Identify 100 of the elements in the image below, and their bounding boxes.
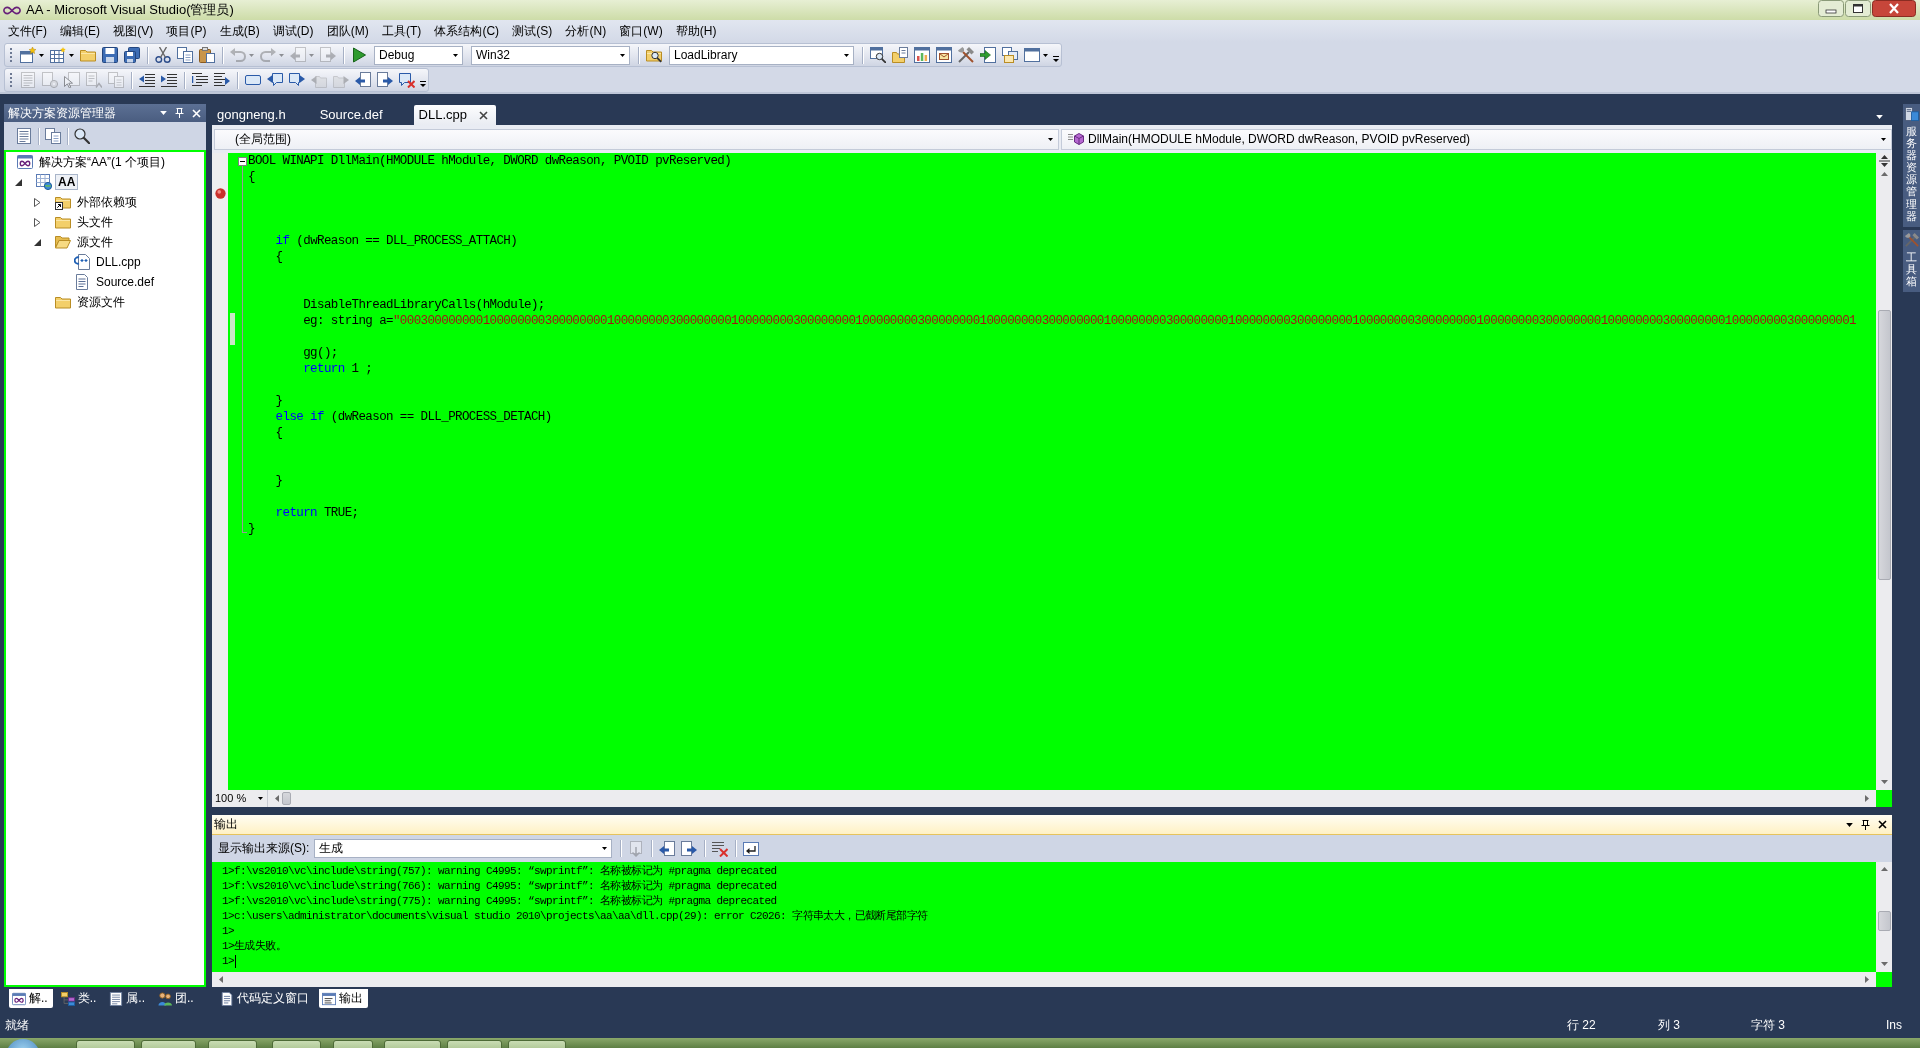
window-return-icon[interactable] [743, 840, 760, 857]
scroll-right-button[interactable] [1865, 795, 1869, 802]
side-tab[interactable]: 服务器资源管理器 [1903, 104, 1920, 227]
triangle-outline-icon[interactable] [33, 217, 41, 227]
caret-icon[interactable] [1043, 53, 1048, 57]
tree-item[interactable]: 资源文件 [74, 293, 128, 311]
menu-item[interactable]: 分析(N) [558, 21, 613, 41]
menu-item[interactable]: 窗口(W) [612, 21, 670, 41]
play-icon[interactable] [351, 47, 367, 63]
scroll-thumb[interactable] [282, 792, 291, 805]
scroll-left-button[interactable] [275, 795, 279, 802]
paste-icon[interactable] [199, 47, 215, 63]
output-source-dropdown[interactable]: 生成 [314, 839, 613, 858]
menu-item[interactable]: 工具(T) [375, 21, 428, 41]
window-search-icon[interactable] [870, 47, 886, 63]
scroll-up-button[interactable] [1880, 867, 1888, 871]
scroll-down-button[interactable] [1880, 780, 1888, 784]
page-list-icon[interactable] [16, 128, 32, 144]
split-arrows-icon[interactable] [1878, 155, 1890, 167]
lines-cross-icon[interactable] [712, 840, 729, 857]
zoom-dropdown[interactable]: 100 % [212, 790, 268, 807]
panel-tab[interactable]: 团.. [155, 989, 199, 1008]
dropdown[interactable]: Debug [374, 45, 463, 65]
overflow-icon[interactable] [1053, 56, 1059, 62]
text-lines-icon[interactable] [192, 72, 208, 88]
minus-box-icon[interactable] [237, 157, 247, 166]
toolbar-grip[interactable] [9, 46, 13, 64]
scroll-thumb[interactable] [1877, 911, 1891, 931]
caret-icon[interactable] [69, 53, 74, 57]
panel-tab[interactable]: 输出 [319, 989, 368, 1008]
menu-item[interactable]: 测试(S) [505, 21, 559, 41]
cut-icon[interactable] [155, 47, 171, 63]
indent-icon[interactable] [161, 72, 177, 88]
document-tab[interactable]: DLL.cpp [413, 105, 496, 125]
rectangle-icon[interactable] [245, 72, 261, 88]
grid-window-icon[interactable] [50, 47, 66, 63]
close-icon[interactable] [479, 110, 488, 120]
tree-item[interactable]: 解决方案“AA”(1 个项目) [36, 153, 168, 171]
scroll-up-button[interactable] [1880, 172, 1888, 176]
triangle-outline-icon[interactable] [33, 197, 41, 207]
panel-tab[interactable]: 属.. [106, 989, 150, 1008]
tree-item[interactable]: AA [55, 173, 79, 191]
pages-icon[interactable] [45, 128, 61, 144]
window-chart-icon[interactable] [914, 47, 930, 63]
dropdown[interactable]: LoadLibrary [669, 45, 854, 65]
side-tab[interactable]: 工具箱 [1903, 229, 1920, 293]
tree-item[interactable]: DLL.cpp [93, 253, 144, 271]
folder-icon[interactable] [80, 47, 96, 63]
close-button[interactable] [1872, 0, 1916, 17]
save-icon[interactable] [102, 47, 118, 63]
panel-tab[interactable]: 代码定义窗口 [217, 989, 314, 1008]
tree-item[interactable]: 头文件 [74, 213, 116, 231]
menu-item[interactable]: 视图(V) [106, 21, 160, 41]
menu-item[interactable]: 调试(D) [266, 21, 321, 41]
windows-stack-icon[interactable] [1002, 47, 1018, 63]
triangle-filled-icon[interactable] [33, 238, 41, 246]
scope-dropdown[interactable]: (全局范围) [214, 128, 1059, 150]
menu-item[interactable]: 帮助(H) [669, 21, 724, 41]
document-tab[interactable]: Source.def [314, 105, 391, 125]
scroll-right-button[interactable] [1865, 976, 1869, 983]
menu-item[interactable]: 项目(P) [159, 21, 214, 41]
caret-icon[interactable] [1876, 115, 1883, 119]
copy-icon[interactable] [177, 47, 193, 63]
window-envelope-icon[interactable] [936, 47, 952, 63]
scroll-down-button[interactable] [1880, 962, 1888, 966]
text-lines-arrow-icon[interactable] [214, 72, 230, 88]
menu-item[interactable]: 生成(B) [213, 21, 267, 41]
page-arrow-left-icon[interactable] [659, 840, 676, 857]
triangle-filled-icon[interactable] [14, 178, 22, 186]
page-arrow-right-icon[interactable] [681, 840, 698, 857]
pin-icon[interactable] [1861, 819, 1870, 830]
magnifier-icon[interactable] [74, 128, 90, 144]
tree-item[interactable]: 源文件 [74, 233, 116, 251]
folder-page-icon[interactable] [892, 47, 908, 63]
bubble-arrow-left-icon[interactable] [267, 72, 283, 88]
bubble-cross-icon[interactable] [399, 72, 415, 88]
folder-search-icon[interactable] [646, 47, 662, 63]
caret-icon[interactable] [39, 53, 44, 57]
breakpoint-icon[interactable] [214, 187, 226, 199]
tools-icon[interactable] [958, 47, 974, 63]
menu-item[interactable]: 文件(F) [1, 21, 54, 41]
panel-tab[interactable]: 类.. [57, 989, 102, 1008]
tree-item[interactable]: Source.def [93, 273, 158, 291]
scroll-left-button[interactable] [219, 976, 223, 983]
page-arrow-left-icon[interactable] [355, 72, 371, 88]
close-icon[interactable] [1878, 820, 1887, 829]
scroll-thumb[interactable] [1877, 310, 1891, 580]
tree-item[interactable]: 外部依赖项 [74, 193, 140, 211]
member-dropdown[interactable]: DllMain(HMODULE hModule, DWORD dwReason, PVOID pvReserved) [1061, 128, 1892, 150]
overflow-icon[interactable] [420, 81, 426, 87]
menu-item[interactable]: 团队(M) [320, 21, 376, 41]
window-icon[interactable] [1024, 47, 1040, 63]
save-all-icon[interactable] [124, 47, 140, 63]
menu-item[interactable]: 体系结构(C) [427, 21, 506, 41]
page-arrow-right-icon[interactable] [377, 72, 393, 88]
menu-item[interactable]: 编辑(E) [53, 21, 107, 41]
window-star-icon[interactable] [20, 47, 36, 63]
bubble-arrow-right-icon[interactable] [289, 72, 305, 88]
toolbar-grip[interactable] [9, 71, 13, 89]
dropdown[interactable]: Win32 [471, 45, 630, 65]
